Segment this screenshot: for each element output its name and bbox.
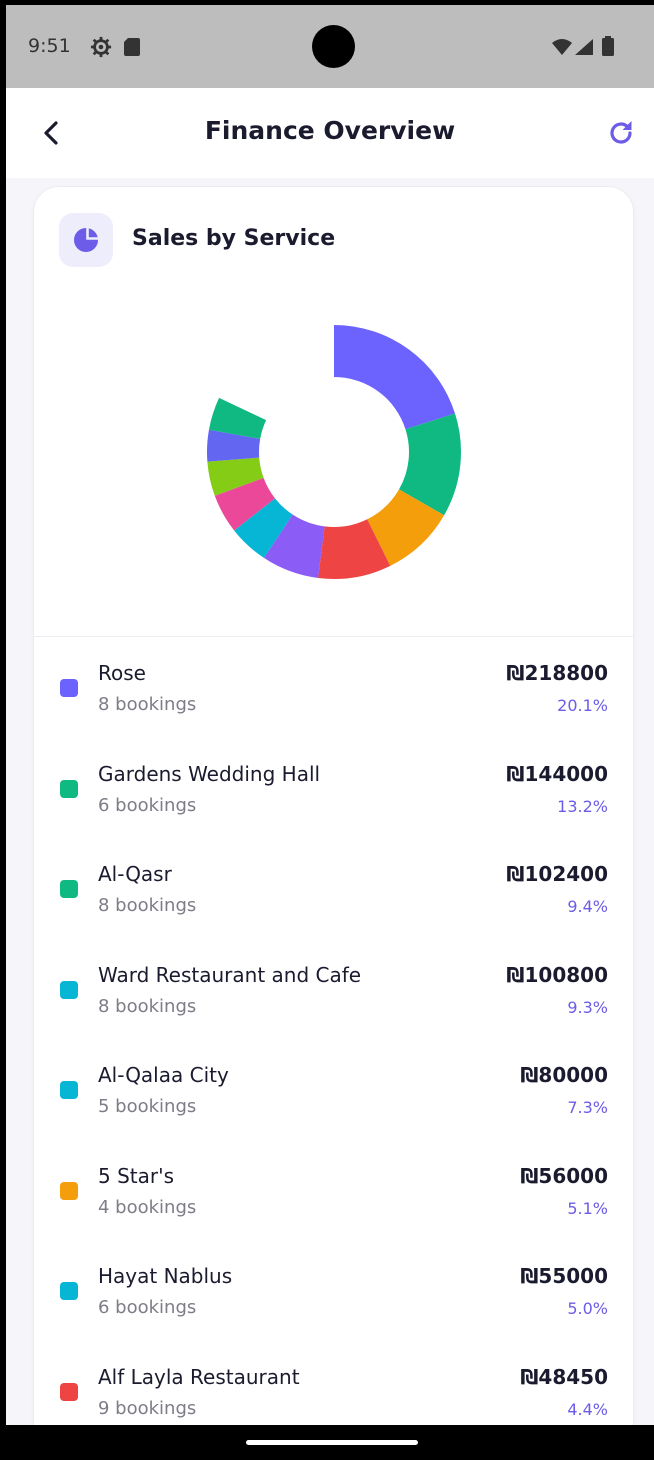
refresh-icon [610, 121, 632, 144]
sales-donut-chart [207, 325, 461, 579]
service-name: Rose [98, 661, 146, 685]
service-row[interactable]: Al-Qasr 8 bookings ₪102400 9.4% [34, 842, 633, 942]
sd-card-icon [124, 38, 140, 56]
service-row[interactable]: 5 Star's 4 bookings ₪56000 5.1% [34, 1144, 633, 1244]
camera-cutout [312, 25, 355, 68]
service-name: Ward Restaurant and Cafe [98, 962, 362, 987]
service-percent: 7.3% [567, 1098, 608, 1117]
service-amount: ₪102400 [506, 862, 608, 886]
service-amount: ₪144000 [506, 761, 608, 786]
card-icon-badge [59, 213, 113, 267]
service-bookings: 8 bookings [98, 895, 197, 916]
service-row[interactable]: Rose 8 bookings ₪218800 20.1% [34, 641, 633, 741]
service-bookings: 5 bookings [98, 1096, 197, 1117]
service-bookings: 9 bookings [98, 1397, 197, 1419]
service-percent: 5.1% [567, 1198, 608, 1218]
service-amount: ₪80000 [520, 1063, 608, 1087]
pie-chart-icon [74, 228, 98, 252]
settings-gear-icon [90, 36, 112, 58]
service-bookings: 4 bookings [98, 1196, 197, 1218]
service-bookings: 8 bookings [98, 694, 197, 715]
system-nav-bar [6, 1425, 654, 1460]
donut-slice[interactable] [334, 325, 456, 430]
service-row[interactable]: Gardens Wedding Hall 6 bookings ₪144000 13.… [34, 742, 633, 842]
service-name: Hayat Nablus [98, 1264, 233, 1288]
divider [34, 636, 633, 637]
legend-color-swatch [60, 1081, 78, 1099]
legend-color-swatch [60, 1382, 78, 1401]
legend-color-swatch [60, 779, 78, 798]
cell-signal-icon [575, 39, 593, 55]
service-percent: 20.1% [557, 696, 608, 715]
service-amount: ₪55000 [520, 1264, 608, 1288]
status-time: 9:51 [28, 35, 71, 57]
service-amount: ₪100800 [506, 962, 608, 987]
sales-by-service-card: Sales by Service Rose 8 bookings ₪218800 20… [33, 186, 634, 1460]
service-name: Alf Layla Restaurant [98, 1364, 300, 1389]
legend-color-swatch [60, 980, 78, 999]
service-row[interactable]: Al-Qalaa City 5 bookings ₪80000 7.3% [34, 1043, 633, 1143]
app-screen: 9:51 Finance Overview Sales by Service R… [6, 5, 654, 1460]
service-bookings: 8 bookings [98, 995, 197, 1017]
service-name: Al-Qalaa City [98, 1063, 229, 1087]
service-amount: ₪56000 [520, 1163, 608, 1188]
battery-icon [602, 36, 614, 56]
service-bookings: 6 bookings [98, 1297, 197, 1318]
service-name: Al-Qasr [98, 862, 172, 886]
service-bookings: 6 bookings [98, 794, 197, 816]
service-amount: ₪218800 [506, 661, 608, 685]
status-bar: 9:51 [6, 5, 654, 88]
wifi-icon [552, 39, 572, 55]
app-bar: Finance Overview [6, 88, 654, 178]
legend-color-swatch [60, 880, 78, 898]
service-amount: ₪48450 [520, 1364, 608, 1389]
service-percent: 9.4% [567, 897, 608, 916]
service-percent: 4.4% [567, 1399, 608, 1419]
legend-color-swatch [60, 1181, 78, 1200]
legend-color-swatch [60, 1282, 78, 1300]
refresh-button[interactable] [604, 116, 638, 150]
service-name: Gardens Wedding Hall [98, 761, 321, 786]
service-name: 5 Star's [98, 1163, 175, 1188]
service-percent: 5.0% [567, 1299, 608, 1318]
service-row[interactable]: Ward Restaurant and Cafe 8 bookings ₪10080… [34, 943, 633, 1043]
service-row[interactable]: Hayat Nablus 6 bookings ₪55000 5.0% [34, 1244, 633, 1344]
service-percent: 9.3% [567, 997, 608, 1017]
card-title: Sales by Service [132, 226, 336, 251]
legend-color-swatch [60, 679, 78, 697]
service-percent: 13.2% [557, 796, 608, 816]
home-indicator[interactable] [246, 1440, 418, 1445]
page-title: Finance Overview [204, 116, 456, 145]
